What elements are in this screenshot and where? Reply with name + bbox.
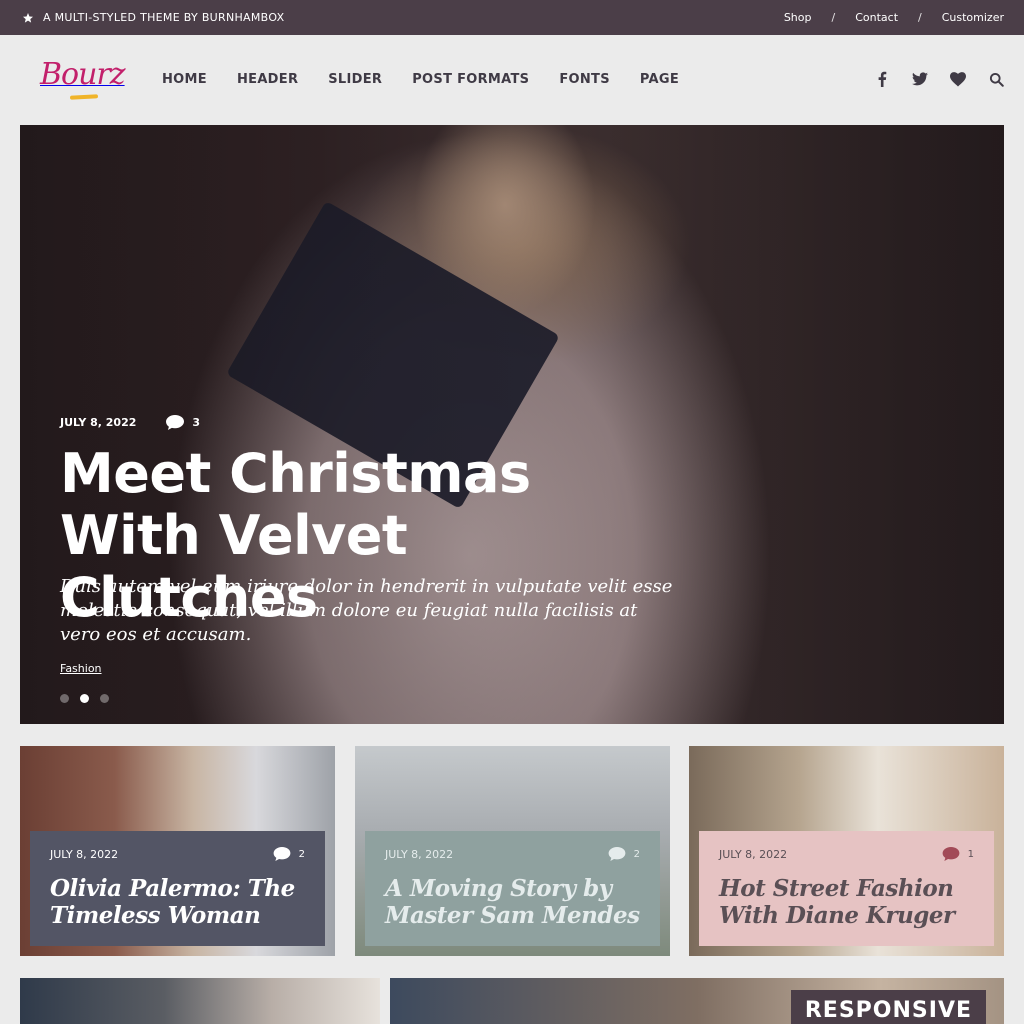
nav-slider[interactable]: SLIDER xyxy=(328,72,382,87)
card-panel: JULY 8, 2022 2 Olivia Palermo: The Timel… xyxy=(30,831,325,946)
comment-count[interactable]: 2 xyxy=(608,847,640,861)
post-date: JULY 8, 2022 xyxy=(719,847,788,861)
heart-icon[interactable] xyxy=(950,71,966,87)
separator: / xyxy=(918,11,922,24)
slider-dot[interactable] xyxy=(60,694,69,703)
comment-count-value: 2 xyxy=(298,848,305,860)
slider-dot[interactable] xyxy=(100,694,109,703)
comment-icon xyxy=(273,847,291,861)
post-thumbnail[interactable]: RESPONSIVE xyxy=(390,978,1004,1024)
site-header: Bourz HOME HEADER SLIDER POST FORMATS FO… xyxy=(0,35,1024,125)
responsive-badge: RESPONSIVE xyxy=(790,990,986,1024)
comment-icon xyxy=(942,847,960,861)
nav-home[interactable]: HOME xyxy=(162,72,207,87)
card-meta: JULY 8, 2022 2 xyxy=(50,847,305,861)
comment-count-value: 3 xyxy=(192,416,201,429)
hero-category[interactable]: Fashion xyxy=(60,662,102,675)
comment-count[interactable]: 2 xyxy=(273,847,305,861)
post-date: JULY 8, 2022 xyxy=(60,416,137,429)
hero-slider[interactable]: JULY 8, 2022 3 Meet Christmas With Velve… xyxy=(20,125,1004,724)
card-panel: JULY 8, 2022 2 A Moving Story by Master … xyxy=(365,831,660,946)
card-title[interactable]: Hot Street Fashion With Diane Kruger xyxy=(719,875,974,929)
featured-card[interactable]: JULY 8, 2022 1 Hot Street Fashion With D… xyxy=(689,746,1004,956)
tagline-text: A MULTI-STYLED THEME BY BURNHAMBOX xyxy=(43,11,285,24)
site-logo[interactable]: Bourz xyxy=(40,57,126,103)
contact-link[interactable]: Contact xyxy=(855,11,898,24)
search-icon[interactable] xyxy=(988,71,1004,87)
logo-underline xyxy=(69,94,99,100)
logo-text: Bourz xyxy=(40,57,126,92)
slider-dot-active[interactable] xyxy=(80,694,89,703)
comment-count[interactable]: 1 xyxy=(942,847,974,861)
featured-card[interactable]: JULY 8, 2022 2 A Moving Story by Master … xyxy=(355,746,670,956)
hero-meta: JULY 8, 2022 3 xyxy=(60,415,200,430)
featured-card[interactable]: JULY 8, 2022 2 Olivia Palermo: The Timel… xyxy=(20,746,335,956)
star-icon xyxy=(22,12,34,24)
slider-dots xyxy=(60,694,120,703)
card-meta: JULY 8, 2022 1 xyxy=(719,847,974,861)
main-nav: HOME HEADER SLIDER POST FORMATS FONTS PA… xyxy=(162,72,709,87)
social-icons xyxy=(852,71,1004,87)
top-links: Shop / Contact / Customizer xyxy=(784,11,1004,24)
comment-count-value: 2 xyxy=(633,848,640,860)
nav-page[interactable]: PAGE xyxy=(640,72,679,87)
card-panel: JULY 8, 2022 1 Hot Street Fashion With D… xyxy=(699,831,994,946)
nav-fonts[interactable]: FONTS xyxy=(559,72,610,87)
top-bar: A MULTI-STYLED THEME BY BURNHAMBOX Shop … xyxy=(0,0,1024,35)
comment-icon xyxy=(166,415,185,430)
shop-link[interactable]: Shop xyxy=(784,11,812,24)
nav-post-formats[interactable]: POST FORMATS xyxy=(412,72,529,87)
comment-count[interactable]: 3 xyxy=(166,415,200,430)
twitter-icon[interactable] xyxy=(912,71,928,87)
post-date: JULY 8, 2022 xyxy=(385,847,454,861)
comment-count-value: 1 xyxy=(967,848,974,860)
nav-header[interactable]: HEADER xyxy=(237,72,298,87)
tagline: A MULTI-STYLED THEME BY BURNHAMBOX xyxy=(22,11,284,24)
post-date: JULY 8, 2022 xyxy=(50,847,119,861)
customizer-link[interactable]: Customizer xyxy=(942,11,1004,24)
comment-icon xyxy=(608,847,626,861)
post-thumbnail[interactable] xyxy=(20,978,380,1024)
separator: / xyxy=(831,11,836,24)
card-title[interactable]: Olivia Palermo: The Timeless Woman xyxy=(50,875,305,929)
facebook-icon[interactable] xyxy=(874,71,890,87)
card-meta: JULY 8, 2022 2 xyxy=(385,847,640,861)
hero-excerpt: Duis autem vel eum iriure dolor in hendr… xyxy=(60,576,673,645)
card-title[interactable]: A Moving Story by Master Sam Mendes xyxy=(385,875,640,929)
